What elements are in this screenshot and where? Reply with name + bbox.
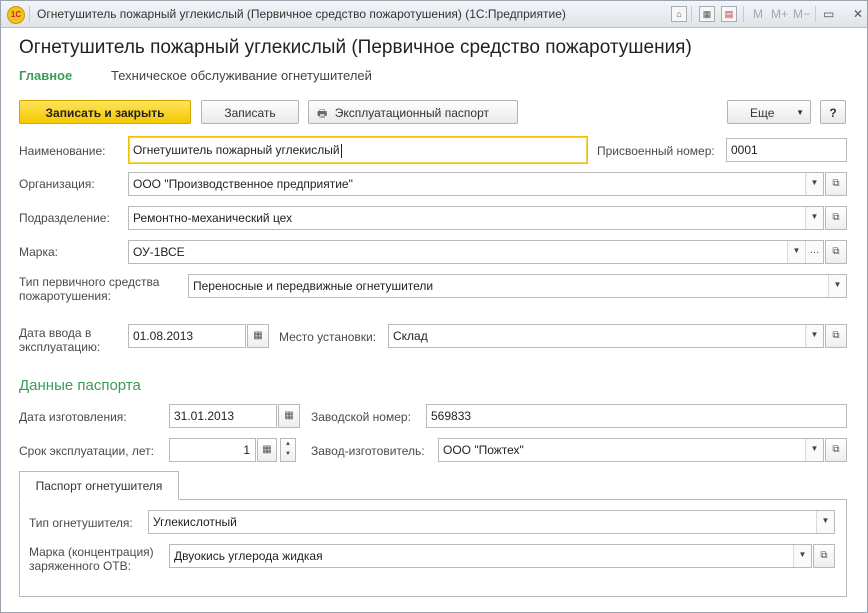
passport-section-title: Данные паспорта <box>19 377 141 394</box>
passport-button[interactable]: 🖶 Эксплуатационный паспорт <box>308 100 518 124</box>
chevron-down-icon[interactable]: ▼ <box>828 275 846 297</box>
titlebar-divider <box>29 6 30 22</box>
more-button[interactable]: Еще ▼ <box>727 100 811 124</box>
place-input[interactable]: Склад ▼ <box>388 324 824 348</box>
close-icon[interactable]: ✕ <box>853 7 863 21</box>
chevron-down-icon: ▼ <box>796 108 804 117</box>
save-button[interactable]: Записать <box>201 100 299 124</box>
extinguisher-type-value: Углекислотный <box>153 515 237 529</box>
memory-plus-button[interactable]: M+ <box>771 7 788 21</box>
form-window: 1С Огнетушитель пожарный углекислый (Пер… <box>0 0 868 613</box>
extinguisher-type-label: Тип огнетушителя: <box>29 516 133 530</box>
open-brand-icon[interactable]: ⧉ <box>825 240 847 264</box>
brand-label: Марка: <box>19 245 58 259</box>
chevron-up-icon[interactable]: ▲ <box>281 439 295 449</box>
memory-button[interactable]: M <box>753 7 763 21</box>
passport-button-label: Эксплуатационный паспорт <box>334 106 489 120</box>
place-value: Склад <box>393 329 428 343</box>
printer-icon: 🖶 <box>317 108 328 120</box>
chevron-down-icon[interactable]: ▼ <box>793 545 811 567</box>
window-titlebar: 1С Огнетушитель пожарный углекислый (Пер… <box>1 1 867 28</box>
assigned-number-input[interactable]: 0001 <box>726 138 847 162</box>
window-title: Огнетушитель пожарный углекислый (Первич… <box>37 7 566 21</box>
calculator-icon[interactable]: ▦ <box>699 6 715 22</box>
organization-label: Организация: <box>19 177 95 191</box>
spin-stepper[interactable]: ▲ ▼ <box>280 438 296 462</box>
calendar-icon[interactable]: ▤ <box>721 6 737 22</box>
commission-date-label: Дата ввода в эксплуатацию: <box>19 326 101 354</box>
calendar-icon[interactable]: ▦ <box>247 324 269 348</box>
tab-extinguisher-passport[interactable]: Паспорт огнетушителя <box>19 471 179 500</box>
agent-input[interactable]: Двуокись углерода жидкая ▼ <box>169 544 812 568</box>
manufacturer-input[interactable]: ООО "Пожтех" ▼ <box>438 438 824 462</box>
name-input[interactable]: Огнетушитель пожарный углекислый <box>128 136 588 164</box>
type-label: Тип первичного средства пожаротушения: <box>19 275 160 303</box>
open-agent-icon[interactable]: ⧉ <box>813 544 835 568</box>
more-button-label: Еще <box>750 106 775 120</box>
department-input[interactable]: Ремонтно-механический цех ▼ <box>128 206 824 230</box>
text-cursor <box>340 143 342 158</box>
service-life-input[interactable]: 1 <box>169 438 256 462</box>
manufacture-date-input[interactable]: 31.01.2013 <box>169 404 277 428</box>
chevron-down-icon[interactable]: ▼ <box>787 241 805 263</box>
name-input-value: Огнетушитель пожарный углекислый <box>133 143 340 157</box>
calendar-icon[interactable]: ▦ <box>278 404 300 428</box>
chevron-down-icon[interactable]: ▼ <box>805 207 823 229</box>
organization-input[interactable]: ООО "Производственное предприятие" ▼ <box>128 172 824 196</box>
chevron-down-icon[interactable]: ▼ <box>816 511 834 533</box>
chevron-down-icon[interactable]: ▼ <box>281 449 295 459</box>
page-title: Огнетушитель пожарный углекислый (Первич… <box>19 37 692 58</box>
brand-value: ОУ-1ВСЕ <box>133 245 185 259</box>
place-label: Место установки: <box>279 330 377 344</box>
chevron-down-icon[interactable]: ▼ <box>805 325 823 347</box>
serial-number-input[interactable]: 569833 <box>426 404 847 428</box>
open-organization-icon[interactable]: ⧉ <box>825 172 847 196</box>
name-label: Наименование: <box>19 144 106 158</box>
chevron-down-icon[interactable]: ▼ <box>805 439 823 461</box>
assigned-number-label: Присвоенный номер: <box>597 144 715 158</box>
nav-maintenance-link[interactable]: Техническое обслуживание огнетушителей <box>111 68 372 83</box>
commission-date-input[interactable]: 01.08.2013 <box>128 324 246 348</box>
help-button[interactable]: ? <box>820 100 846 124</box>
department-label: Подразделение: <box>19 211 110 225</box>
serial-number-label: Заводской номер: <box>311 410 411 424</box>
app-logo-icon[interactable]: 1С <box>7 6 25 24</box>
save-and-close-button[interactable]: Записать и закрыть <box>19 100 191 124</box>
nav-main-tab[interactable]: Главное <box>19 68 72 83</box>
manufacturer-label: Завод-изготовитель: <box>311 444 425 458</box>
agent-value: Двуокись углерода жидкая <box>174 549 323 563</box>
agent-label: Марка (концентрация) заряженного ОТВ: <box>29 545 154 573</box>
manufacture-date-label: Дата изготовления: <box>19 410 127 424</box>
open-department-icon[interactable]: ⧉ <box>825 206 847 230</box>
chevron-down-icon[interactable]: ▼ <box>805 173 823 195</box>
calculator-icon[interactable]: ▦ <box>257 438 277 462</box>
home-icon[interactable]: ⌂ <box>671 6 687 22</box>
service-life-label: Срок эксплуатации, лет: <box>19 444 154 458</box>
open-place-icon[interactable]: ⧉ <box>825 324 847 348</box>
extinguisher-type-input[interactable]: Углекислотный ▼ <box>148 510 835 534</box>
department-value: Ремонтно-механический цех <box>133 211 293 225</box>
type-input[interactable]: Переносные и передвижные огнетушители ▼ <box>188 274 847 298</box>
titlebar-divider <box>743 6 744 22</box>
open-manufacturer-icon[interactable]: ⧉ <box>825 438 847 462</box>
type-value: Переносные и передвижные огнетушители <box>193 279 434 293</box>
ellipsis-icon[interactable]: … <box>805 241 823 263</box>
manufacturer-value: ООО "Пожтех" <box>443 443 524 457</box>
titlebar-divider <box>691 6 692 22</box>
brand-input[interactable]: ОУ-1ВСЕ ▼ … <box>128 240 824 264</box>
minimize-icon[interactable]: ▭ <box>823 7 834 21</box>
organization-value: ООО "Производственное предприятие" <box>133 177 353 191</box>
titlebar-divider <box>815 6 816 22</box>
memory-minus-button[interactable]: M− <box>793 7 810 21</box>
